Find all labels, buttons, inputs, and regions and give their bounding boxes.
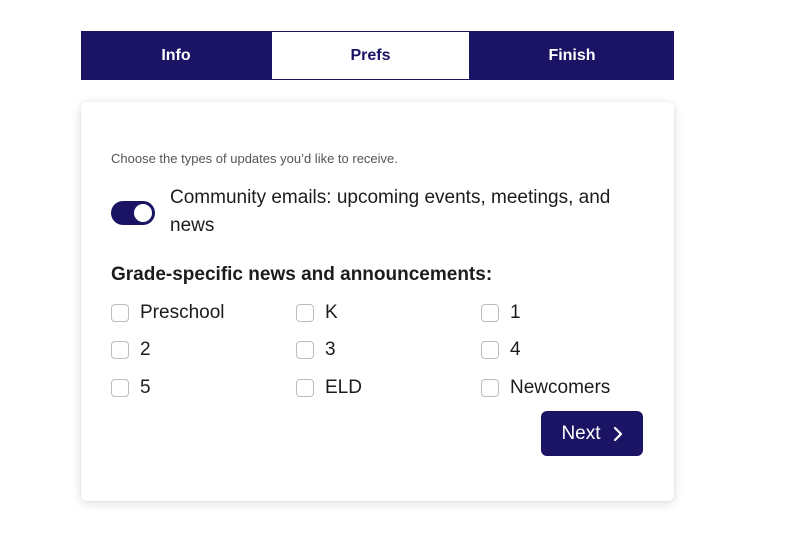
checkbox-1[interactable]: 1 — [481, 301, 521, 325]
checkbox-label: Preschool — [140, 302, 225, 323]
next-button-label: Next — [561, 422, 601, 444]
tab-info[interactable]: Info — [81, 31, 271, 80]
checkbox-label: K — [325, 302, 338, 323]
checkbox-5[interactable]: 5 — [111, 376, 151, 400]
checkbox-box[interactable] — [111, 304, 129, 322]
tab-finish[interactable]: Finish — [470, 31, 674, 80]
community-emails-row: Community emails: upcoming events, meeti… — [111, 184, 631, 240]
intro-text: Choose the types of updates you’d like t… — [111, 151, 398, 166]
next-button[interactable]: Next — [541, 411, 643, 456]
step-tabs: Info Prefs Finish — [81, 31, 674, 80]
chevron-right-icon — [613, 426, 623, 442]
checkbox-label: ELD — [325, 377, 362, 398]
tab-prefs[interactable]: Prefs — [271, 31, 470, 80]
checkbox-label: 4 — [510, 339, 521, 360]
preferences-card: Choose the types of updates you’d like t… — [81, 102, 674, 501]
checkbox-newcomers[interactable]: Newcomers — [481, 376, 610, 400]
community-emails-label: Community emails: upcoming events, meeti… — [170, 187, 611, 236]
checkbox-box[interactable] — [481, 379, 499, 397]
checkbox-label: 5 — [140, 377, 151, 398]
checkbox-k[interactable]: K — [296, 301, 338, 325]
checkbox-box[interactable] — [111, 379, 129, 397]
checkbox-box[interactable] — [296, 379, 314, 397]
checkbox-4[interactable]: 4 — [481, 338, 521, 362]
checkbox-box[interactable] — [111, 341, 129, 359]
page: Info Prefs Finish Choose the types of up… — [0, 0, 800, 533]
checkbox-2[interactable]: 2 — [111, 338, 151, 362]
grade-section-title: Grade-specific news and announcements: — [111, 264, 493, 285]
community-emails-toggle[interactable] — [111, 201, 155, 225]
checkbox-box[interactable] — [296, 304, 314, 322]
checkbox-preschool[interactable]: Preschool — [111, 301, 225, 325]
checkbox-box[interactable] — [481, 341, 499, 359]
toggle-knob — [134, 204, 152, 222]
checkbox-label: 3 — [325, 339, 336, 360]
checkbox-eld[interactable]: ELD — [296, 376, 362, 400]
checkbox-label: Newcomers — [510, 377, 611, 398]
checkbox-label: 1 — [510, 302, 521, 323]
checkbox-box[interactable] — [481, 304, 499, 322]
checkbox-box[interactable] — [296, 341, 314, 359]
checkbox-label: 2 — [140, 339, 151, 360]
checkbox-3[interactable]: 3 — [296, 338, 336, 362]
